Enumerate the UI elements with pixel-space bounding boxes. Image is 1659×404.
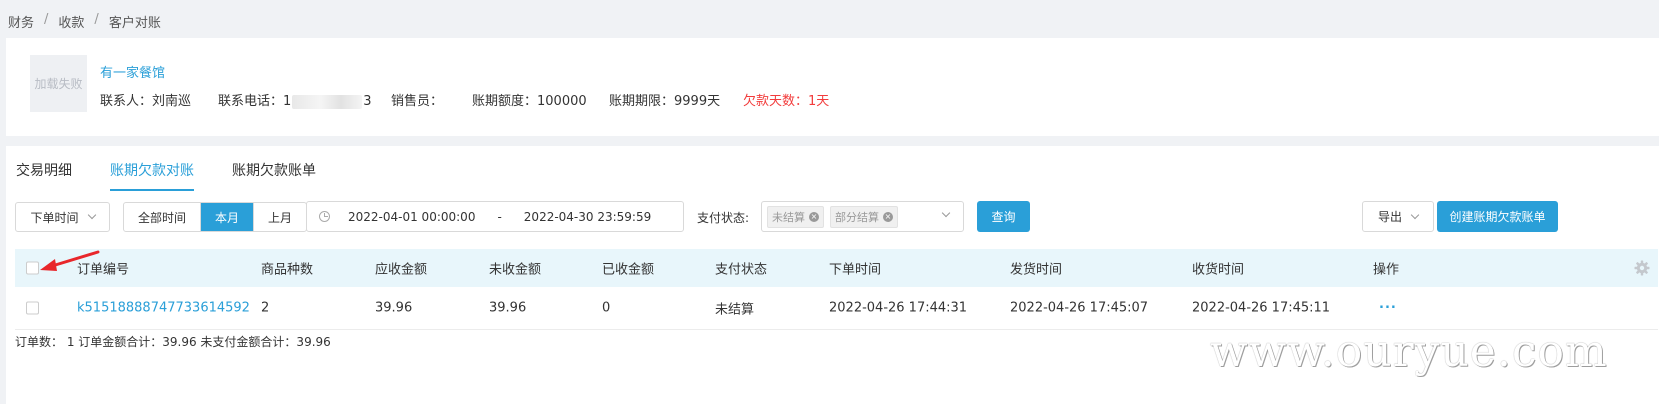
range-last-month-button[interactable]: 上月 bbox=[254, 203, 306, 231]
clock-icon bbox=[319, 211, 330, 222]
row-checkbox[interactable] bbox=[26, 301, 39, 315]
overdue-days-value: 1天 bbox=[808, 94, 830, 109]
cell-receivable: 39.96 bbox=[375, 300, 413, 316]
breadcrumb-separator: / bbox=[44, 12, 49, 27]
tab-transaction-details[interactable]: 交易明细 bbox=[16, 160, 72, 191]
phone-label: 联系电话： bbox=[218, 94, 284, 109]
create-credit-bill-button[interactable]: 创建账期欠款账单 bbox=[1437, 201, 1558, 232]
export-label: 导出 bbox=[1377, 210, 1402, 224]
column-header-order-time: 下单时间 bbox=[829, 262, 882, 278]
close-icon[interactable]: × bbox=[883, 211, 893, 222]
range-this-month-button[interactable]: 本月 bbox=[201, 203, 255, 231]
watermark: www.ouryue.com bbox=[1210, 326, 1608, 377]
cell-ship-time: 2022-04-26 17:45:07 bbox=[1010, 300, 1149, 316]
range-all-time-button[interactable]: 全部时间 bbox=[124, 203, 202, 231]
gear-icon[interactable] bbox=[1634, 260, 1650, 276]
customer-name-link[interactable]: 有一家餐馆 bbox=[100, 62, 165, 81]
chevron-down-icon bbox=[941, 208, 951, 218]
column-header-ship-time: 发货时间 bbox=[1010, 262, 1063, 278]
pay-status-tag: 未结算 × bbox=[767, 205, 824, 228]
tab-credit-reconciliation[interactable]: 账期欠款对账 bbox=[110, 160, 194, 191]
annotation-arrow-icon bbox=[40, 250, 100, 271]
time-type-value: 下单时间 bbox=[30, 210, 79, 225]
contact-label: 联系人： bbox=[100, 94, 153, 109]
credit-limit-label: 账期额度： bbox=[472, 94, 538, 109]
column-header-receivable: 应收金额 bbox=[375, 262, 428, 278]
breadcrumb-separator: / bbox=[94, 12, 99, 27]
time-range-segmented: 全部时间 本月 上月 bbox=[123, 202, 308, 232]
credit-limit-value: 100000 bbox=[537, 94, 587, 109]
chevron-down-icon bbox=[1410, 210, 1420, 219]
breadcrumb: 财务 / 收款 / 客户对账 bbox=[8, 12, 161, 31]
date-end[interactable]: 2022-04-30 23:59:59 bbox=[524, 210, 651, 224]
pay-status-tag: 部分结算 × bbox=[830, 205, 898, 228]
cell-order-time: 2022-04-26 17:44:31 bbox=[829, 300, 968, 316]
close-icon[interactable]: × bbox=[809, 211, 819, 222]
contact-value: 刘南巡 bbox=[152, 94, 192, 109]
tab-bar: 交易明细 账期欠款对账 账期欠款账单 bbox=[16, 160, 316, 191]
breadcrumb-item-reconciliation: 客户对账 bbox=[108, 16, 161, 31]
cell-pay-status: 未结算 bbox=[715, 302, 755, 318]
date-range-picker[interactable]: 2022-04-01 00:00:00 - 2022-04-30 23:59:5… bbox=[306, 201, 684, 232]
phone-prefix: 1 bbox=[283, 94, 292, 109]
pay-status-tag-label: 未结算 bbox=[772, 210, 805, 224]
credit-term-label: 账期期限： bbox=[609, 94, 675, 109]
pay-status-select[interactable]: 未结算 × 部分结算 × bbox=[761, 201, 964, 232]
column-header-item-count: 商品种数 bbox=[261, 262, 314, 278]
breadcrumb-item-finance[interactable]: 财务 bbox=[8, 12, 34, 31]
phone-info: 联系电话：1 3 bbox=[218, 90, 372, 109]
breadcrumb-item-receipts[interactable]: 收款 bbox=[58, 12, 84, 31]
cell-receive-time: 2022-04-26 17:45:11 bbox=[1192, 300, 1331, 316]
overdue-days-info: 欠款天数：1天 bbox=[743, 90, 829, 109]
column-header-pay-status: 支付状态 bbox=[715, 262, 768, 278]
phone-suffix: 3 bbox=[363, 94, 372, 109]
order-number-link[interactable]: k51518888747733614592 bbox=[77, 301, 250, 316]
pay-status-tag-label: 部分结算 bbox=[835, 210, 879, 224]
chevron-down-icon bbox=[87, 210, 96, 220]
cell-unpaid: 39.96 bbox=[489, 300, 527, 316]
salesperson-label: 销售员： bbox=[391, 94, 444, 109]
query-button[interactable]: 查询 bbox=[977, 201, 1030, 232]
date-start[interactable]: 2022-04-01 00:00:00 bbox=[348, 210, 475, 224]
credit-term-value: 9999天 bbox=[674, 94, 721, 109]
phone-redaction bbox=[292, 94, 363, 109]
salesperson-info: 销售员： bbox=[391, 90, 443, 109]
date-separator: - bbox=[497, 209, 502, 224]
column-header-actions: 操作 bbox=[1373, 262, 1400, 278]
table-summary: 订单数： 1 订单金额合计：39.96 未支付金额合计：39.96 bbox=[15, 335, 331, 349]
cell-item-count: 2 bbox=[261, 300, 270, 316]
more-actions-button[interactable]: ··· bbox=[1379, 301, 1397, 316]
export-button[interactable]: 导出 bbox=[1362, 201, 1434, 232]
column-header-unpaid: 未收金额 bbox=[489, 262, 542, 278]
table-header: 订单编号 商品种数 应收金额 未收金额 已收金额 支付状态 下单时间 发货时间 … bbox=[15, 249, 1658, 287]
cell-paid: 0 bbox=[602, 300, 611, 316]
tab-credit-bills[interactable]: 账期欠款账单 bbox=[232, 160, 316, 191]
credit-term-info: 账期期限：9999天 bbox=[609, 90, 720, 109]
credit-limit-info: 账期额度：100000 bbox=[472, 90, 587, 109]
column-header-paid: 已收金额 bbox=[602, 262, 655, 278]
customer-avatar: 加载失败 bbox=[30, 55, 87, 112]
table-row: k51518888747733614592 2 39.96 39.96 0 未结… bbox=[15, 287, 1658, 330]
overdue-days-label: 欠款天数： bbox=[743, 94, 809, 109]
time-type-select[interactable]: 下单时间 bbox=[15, 202, 110, 232]
column-header-receive-time: 收货时间 bbox=[1192, 262, 1245, 278]
pay-status-label: 支付状态: bbox=[697, 211, 750, 225]
contact-info: 联系人：刘南巡 bbox=[100, 90, 191, 109]
customer-info-card: 加载失败 有一家餐馆 联系人：刘南巡 联系电话：1 3 销售员： 账期额度：100… bbox=[6, 38, 1659, 136]
